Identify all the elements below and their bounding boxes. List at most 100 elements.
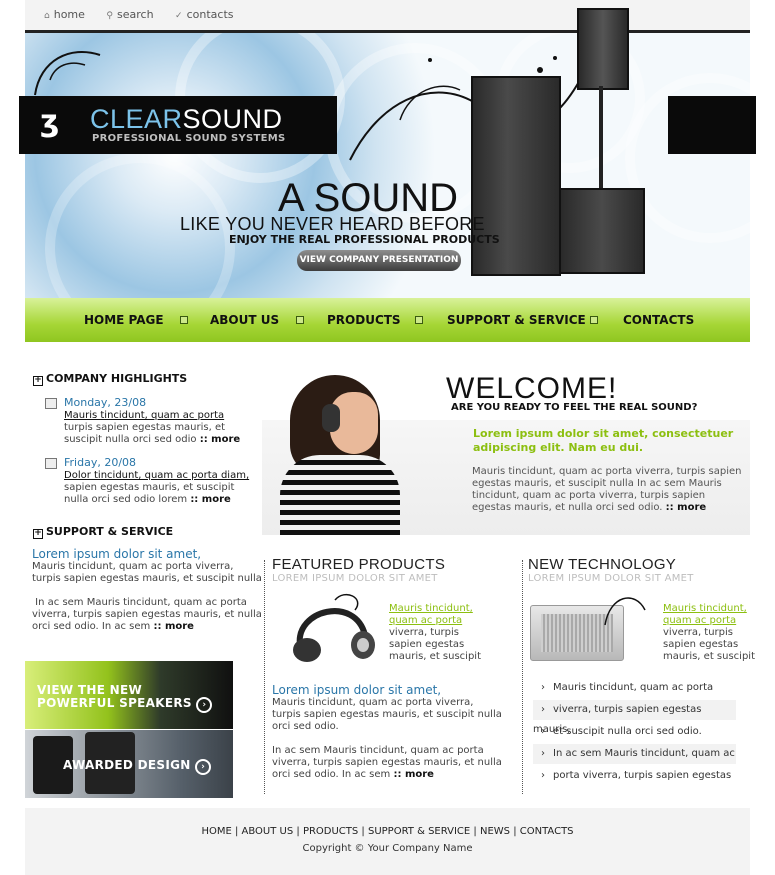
support-text: Mauris tincidunt, quam ac porta viverra,: [32, 561, 234, 572]
promo-text: AWARDED DESIGN ›: [63, 758, 212, 775]
nav-about-us[interactable]: ABOUT US: [210, 313, 279, 327]
welcome-title: WELCOME!: [446, 372, 618, 405]
footer-link-home[interactable]: HOME: [201, 826, 231, 837]
hero-tagline: ENJOY THE REAL PROFESSIONAL PRODUCTS: [229, 233, 500, 246]
welcome-subtitle: ARE YOU READY TO FEEL THE REAL SOUND?: [451, 402, 698, 413]
list-item[interactable]: › Mauris tincidunt, quam ac porta: [533, 678, 736, 698]
floral-ornament: [604, 597, 646, 626]
support-title: + SUPPORT & SERVICE: [33, 525, 174, 539]
support-text: turpis sapien egestas mauris, et suscipi…: [32, 573, 262, 584]
news-text: nulla orci sed odio lorem :: more: [64, 494, 231, 505]
news-link[interactable]: Mauris tincidunt, quam ac porta: [64, 410, 224, 421]
arrow-right-icon: ›: [541, 770, 545, 781]
arrow-right-icon: ›: [541, 748, 545, 759]
promo-speakers-banner[interactable]: VIEW THE NEW POWERFUL SPEAKERS ›: [25, 661, 233, 729]
featured-subtitle: LOREM IPSUM DOLOR SIT AMET: [272, 573, 438, 584]
speaker-small-image: [577, 8, 629, 90]
more-link[interactable]: :: more: [190, 494, 230, 505]
news-date: Monday, 23/08: [64, 396, 147, 409]
search-icon: ⚲: [106, 11, 113, 21]
support-heading: Lorem ipsum dolor sit amet,: [32, 547, 202, 561]
top-link-contacts[interactable]: ✓ contacts: [175, 8, 233, 21]
newtech-product-link[interactable]: Mauris tincidunt, quam ac porta: [663, 603, 747, 627]
featured-text: Mauris tincidunt, quam ac porta viverra,…: [272, 697, 502, 732]
nav-separator-icon: [180, 316, 188, 324]
support-text: In ac sem Mauris tincidunt, quam ac port…: [32, 597, 247, 608]
footer-link-support[interactable]: SUPPORT & SERVICE: [368, 826, 470, 837]
headphones-icon: [322, 404, 340, 432]
nav-separator-icon: [590, 316, 598, 324]
floral-ornament: [349, 56, 581, 161]
top-link-search[interactable]: ⚲ search: [106, 8, 153, 21]
more-link[interactable]: :: more: [393, 769, 433, 780]
home-icon: ⌂: [44, 11, 50, 21]
promo-text: VIEW THE NEW: [37, 683, 143, 697]
promo-text: POWERFUL SPEAKERS ›: [37, 696, 213, 713]
newtech-title: NEW TECHNOLOGY: [528, 556, 677, 573]
featured-product-link[interactable]: Mauris tincidunt, quam ac porta: [389, 603, 473, 627]
support-text: viverra, turpis sapien egestas mauris, e…: [32, 609, 262, 620]
news-link[interactable]: Dolor tincidunt, quam ac porta diam,: [64, 470, 249, 481]
footer-link-news[interactable]: NEWS: [480, 826, 510, 837]
footer-link-products[interactable]: PRODUCTS: [303, 826, 358, 837]
list-item[interactable]: › viverra, turpis sapien egestas mauris,: [533, 700, 736, 735]
footer-link-contacts[interactable]: CONTACTS: [520, 826, 574, 837]
news-icon: [45, 458, 57, 469]
arrow-right-icon: ›: [196, 697, 213, 713]
newtech-subtitle: LOREM IPSUM DOLOR SIT AMET: [528, 573, 694, 584]
nav-home-page[interactable]: HOME PAGE: [84, 313, 164, 327]
column-divider: [264, 560, 265, 794]
list-item[interactable]: › et suscipit nulla orci sed odio.: [533, 722, 736, 742]
view-presentation-button[interactable]: VIEW COMPANY PRESENTATION: [297, 250, 461, 271]
highlights-title: + COMPANY HIGHLIGHTS: [33, 372, 188, 386]
plus-icon: +: [33, 375, 43, 386]
nav-separator-icon: [296, 316, 304, 324]
plus-icon: +: [33, 528, 43, 539]
news-text: sapien egestas mauris, et suscipit: [64, 482, 235, 493]
top-links: ⌂ home ⚲ search ✓ contacts: [44, 8, 252, 21]
support-text: orci sed odio. In ac sem :: more: [32, 621, 194, 632]
copyright: Copyright © Your Company Name: [302, 843, 473, 854]
nav-contacts[interactable]: CONTACTS: [623, 313, 694, 327]
welcome-text: Mauris tincidunt, quam ac porta viverra,…: [472, 466, 742, 513]
welcome-lead: Lorem ipsum dolor sit amet, consectetuer…: [473, 427, 734, 454]
newtech-product-text: viverra, turpis sapien egestas mauris, et …: [663, 627, 755, 662]
top-link-home[interactable]: ⌂ home: [44, 8, 85, 21]
nav-separator-icon: [415, 316, 423, 324]
logo-text[interactable]: CLEARSOUND: [90, 104, 283, 135]
more-link[interactable]: :: more: [666, 502, 706, 513]
nav-products[interactable]: PRODUCTS: [327, 313, 401, 327]
hero-subheadline: LIKE YOU NEVER HEARD BEFORE: [180, 214, 485, 234]
subwoofer-image: [559, 188, 645, 274]
featured-text: In ac sem Mauris tincidunt, quam ac port…: [272, 745, 502, 780]
footer: [25, 808, 750, 875]
arrow-right-icon: ›: [541, 704, 545, 715]
featured-product-text: viverra, turpis sapien egestas mauris, et …: [389, 627, 481, 662]
floral-ornament-left: [34, 50, 101, 96]
news-date: Friday, 20/08: [64, 456, 137, 469]
list-item[interactable]: › porta viverra, turpis sapien egestas: [533, 766, 736, 786]
arrow-right-icon: ›: [195, 759, 212, 775]
logo-tagline: PROFESSIONAL SOUND SYSTEMS: [92, 133, 286, 144]
featured-heading: Lorem ipsum dolor sit amet,: [272, 683, 442, 697]
contacts-icon: ✓: [175, 11, 183, 21]
speaker-large-image: [471, 76, 561, 276]
list-item[interactable]: › In ac sem Mauris tincidunt, quam ac: [533, 744, 736, 764]
column-divider: [522, 560, 523, 794]
footer-links: HOME | ABOUT US | PRODUCTS | SUPPORT & S…: [201, 826, 574, 837]
news-text: suscipit nulla orci sed odio :: more: [64, 434, 241, 445]
news-text: turpis sapien egestas mauris, et: [64, 422, 226, 433]
more-link[interactable]: :: more: [153, 621, 193, 632]
more-link[interactable]: :: more: [200, 434, 240, 445]
logo-icon: ʒ: [40, 104, 60, 139]
news-icon: [45, 398, 57, 409]
featured-title: FEATURED PRODUCTS: [272, 556, 446, 573]
footer-link-about[interactable]: ABOUT US: [242, 826, 294, 837]
welcome-photo-body: [280, 455, 400, 535]
nav-support-service[interactable]: SUPPORT & SERVICE: [447, 313, 586, 327]
promo-awarded-banner[interactable]: AWARDED DESIGN ›: [25, 730, 233, 798]
speaker-pole: [599, 86, 603, 190]
header-black-tab: [668, 96, 756, 154]
arrow-right-icon: ›: [541, 726, 545, 737]
headphones-product-image: [293, 593, 375, 662]
